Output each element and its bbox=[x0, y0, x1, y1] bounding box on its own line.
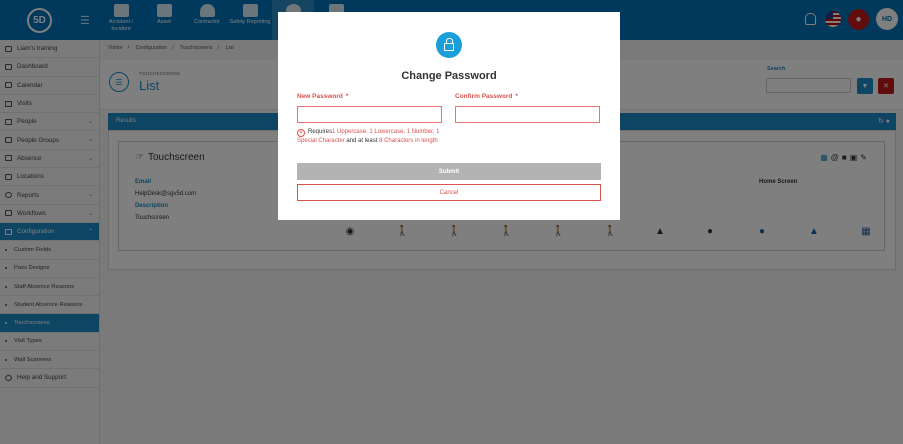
new-password-label-text: New Password bbox=[297, 93, 343, 100]
change-password-dialog: Change Password New Password * Confirm Pa… bbox=[278, 12, 620, 220]
cancel-button[interactable]: Cancel bbox=[297, 184, 601, 201]
new-password-label: New Password * bbox=[297, 93, 348, 100]
required-marker: * bbox=[515, 93, 518, 100]
new-password-input[interactable] bbox=[297, 106, 442, 123]
req-length: 8 Characters in length bbox=[379, 138, 438, 144]
password-requirements: ✕ Requires1 Uppercase, 1 Lowercase, 1 Num… bbox=[297, 128, 457, 146]
dialog-title: Change Password bbox=[401, 70, 497, 82]
req-mid: and at least bbox=[344, 138, 380, 144]
confirm-password-input[interactable] bbox=[455, 106, 600, 123]
req-prefix: Requires bbox=[308, 129, 333, 135]
confirm-password-label: Confirm Password * bbox=[455, 93, 518, 100]
required-marker: * bbox=[345, 93, 349, 100]
submit-button[interactable]: Submit bbox=[297, 163, 601, 180]
confirm-password-label-text: Confirm Password bbox=[455, 93, 513, 100]
error-x-icon: ✕ bbox=[297, 129, 305, 137]
lock-icon bbox=[436, 32, 462, 58]
